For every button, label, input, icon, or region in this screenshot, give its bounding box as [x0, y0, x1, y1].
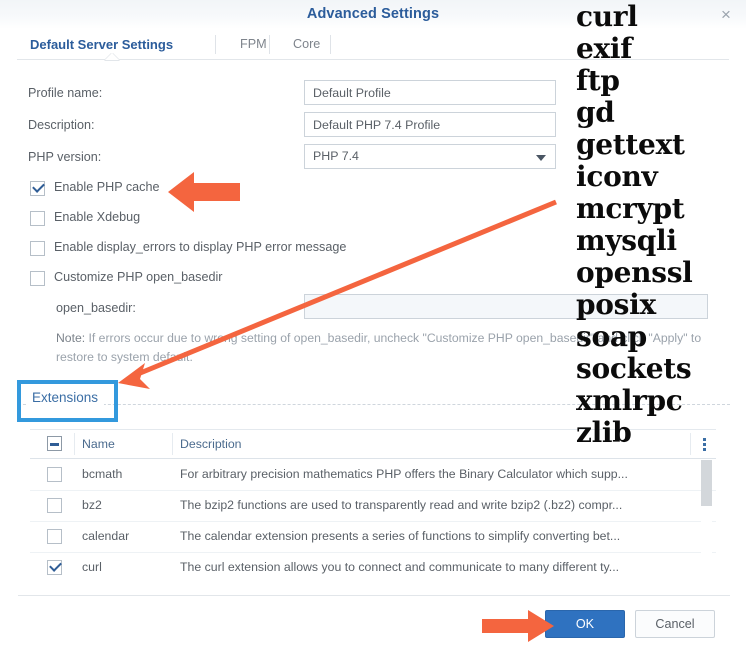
enable-display-errors-label[interactable]: Enable display_errors to display PHP err… — [54, 240, 346, 254]
header-divider — [172, 433, 173, 455]
tab-fpm[interactable]: FPM — [227, 29, 280, 60]
extensions-fieldset-divider — [18, 404, 730, 405]
header-divider — [74, 433, 75, 455]
enable-display-errors-checkbox[interactable] — [30, 241, 45, 256]
table-row[interactable]: curl The curl extension allows you to co… — [30, 552, 716, 582]
tab-default-server-settings[interactable]: Default Server Settings — [17, 29, 186, 60]
tab-divider — [215, 35, 216, 54]
note-body: If errors occur due to wrong setting of … — [56, 331, 702, 364]
column-options-icon[interactable] — [698, 438, 710, 452]
enable-php-cache-checkbox[interactable] — [30, 181, 45, 196]
row-name: calendar — [82, 529, 130, 543]
row-name: curl — [82, 560, 102, 574]
php-version-select[interactable]: PHP 7.4 — [304, 144, 556, 169]
row-name: bz2 — [82, 498, 102, 512]
row-checkbox[interactable] — [47, 498, 62, 513]
footer-divider — [18, 595, 730, 596]
tab-divider — [330, 35, 331, 54]
row-description: The calendar extension presents a series… — [180, 529, 621, 543]
enable-xdebug-label[interactable]: Enable Xdebug — [54, 210, 140, 224]
column-header-description[interactable]: Description — [180, 430, 242, 458]
tab-underline — [17, 59, 729, 60]
header-divider — [690, 433, 691, 455]
table-row[interactable]: bcmath For arbitrary precision mathemati… — [30, 459, 716, 491]
ok-button[interactable]: OK — [545, 610, 625, 638]
advanced-settings-dialog: Advanced Settings × Default Server Setti… — [0, 0, 746, 646]
close-icon[interactable]: × — [714, 3, 738, 27]
cancel-button[interactable]: Cancel — [635, 610, 715, 638]
description-label: Description: — [28, 118, 95, 132]
php-version-value: PHP 7.4 — [313, 149, 359, 163]
table-row[interactable]: bz2 The bzip2 functions are used to tran… — [30, 490, 716, 522]
active-tab-caret — [105, 53, 119, 60]
php-version-label: PHP version: — [28, 150, 102, 164]
profile-name-label: Profile name: — [28, 86, 103, 100]
open-basedir-input[interactable] — [304, 294, 708, 319]
table-scrollbar-thumb[interactable] — [701, 460, 712, 506]
table-row[interactable]: calendar The calendar extension presents… — [30, 521, 716, 553]
row-description: The curl extension allows you to connect… — [180, 560, 620, 574]
table-header-row: Name Description — [30, 430, 716, 459]
dialog-titlebar: Advanced Settings × — [0, 0, 746, 29]
dialog-title: Advanced Settings — [306, 6, 440, 22]
extensions-legend: Extensions — [26, 388, 105, 407]
customize-open-basedir-checkbox[interactable] — [30, 271, 45, 286]
column-header-name[interactable]: Name — [82, 430, 115, 458]
row-checkbox[interactable] — [47, 467, 62, 482]
enable-xdebug-checkbox[interactable] — [30, 211, 45, 226]
extensions-table: Name Description bcmath For arbitrary pr… — [30, 429, 716, 582]
tab-divider — [269, 35, 270, 54]
open-basedir-label: open_basedir: — [56, 301, 136, 315]
row-checkbox[interactable] — [47, 529, 62, 544]
row-name: bcmath — [82, 467, 123, 481]
tab-core[interactable]: Core — [280, 29, 333, 60]
description-input[interactable] — [304, 112, 556, 137]
customize-open-basedir-label[interactable]: Customize PHP open_basedir — [54, 270, 222, 284]
profile-name-input[interactable] — [304, 80, 556, 105]
open-basedir-note: Note: If errors occur due to wrong setti… — [56, 329, 721, 367]
note-prefix: Note: — [56, 331, 86, 345]
enable-php-cache-label[interactable]: Enable PHP cache — [54, 180, 160, 194]
chevron-down-icon — [536, 155, 546, 161]
row-description: The bzip2 functions are used to transpar… — [180, 498, 623, 512]
select-all-checkbox[interactable] — [47, 436, 62, 451]
row-description: For arbitrary precision mathematics PHP … — [180, 467, 628, 481]
row-checkbox[interactable] — [47, 560, 62, 575]
